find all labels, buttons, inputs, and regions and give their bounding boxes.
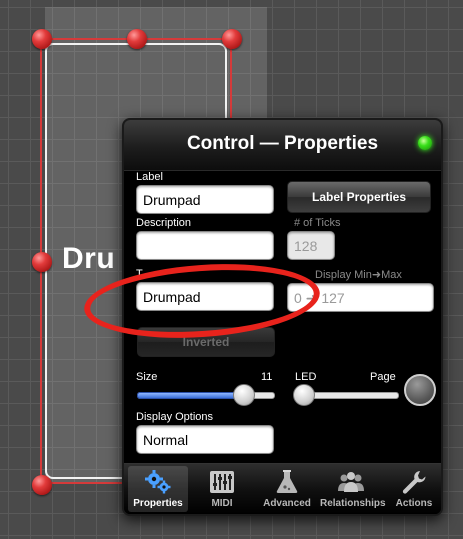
tab-label-actions: Actions bbox=[395, 498, 433, 509]
tab-actions[interactable]: Actions bbox=[386, 466, 441, 512]
flask-icon bbox=[276, 470, 298, 493]
resize-handle-bottom-left[interactable] bbox=[32, 475, 52, 495]
ticks-caption: # of Ticks bbox=[294, 217, 341, 229]
description-caption: Description bbox=[136, 217, 192, 229]
led-slider-thumb[interactable] bbox=[293, 384, 315, 406]
tab-label-midi: MIDI bbox=[211, 498, 233, 509]
description-field[interactable] bbox=[136, 231, 274, 260]
resize-handle-left[interactable] bbox=[32, 252, 52, 272]
wrench-icon bbox=[402, 471, 426, 494]
display-max-value: 127 bbox=[321, 290, 345, 306]
ticks-field[interactable]: 128 bbox=[287, 231, 335, 260]
gears-icon bbox=[145, 470, 171, 494]
size-caption: Size bbox=[136, 371, 158, 383]
led-caption: LED bbox=[295, 371, 317, 383]
tab-properties[interactable]: Properties bbox=[128, 466, 188, 512]
label-caption: Label bbox=[136, 171, 163, 183]
label-field[interactable]: Drumpad bbox=[136, 185, 274, 214]
tab-bar: Properties MIDI Advanced Relationships A… bbox=[124, 463, 441, 514]
tab-label-advanced: Advanced bbox=[263, 498, 311, 509]
panel-title: Control — Properties bbox=[186, 133, 379, 154]
display-options-field[interactable]: Normal bbox=[136, 425, 274, 454]
size-slider-fill bbox=[137, 392, 246, 399]
tab-advanced[interactable]: Advanced bbox=[256, 466, 318, 512]
display-options-caption: Display Options bbox=[136, 411, 214, 423]
size-value: 11 bbox=[261, 371, 273, 383]
resize-handle-top-right[interactable] bbox=[222, 29, 242, 49]
page-caption: Page bbox=[370, 371, 396, 383]
size-slider-thumb[interactable] bbox=[233, 384, 256, 406]
panel-header: Control — Properties bbox=[124, 120, 441, 171]
tab-label-relationships: Relationships bbox=[320, 498, 386, 509]
tab-midi[interactable]: MIDI bbox=[194, 466, 250, 512]
tab-relationships[interactable]: Relationships bbox=[320, 466, 386, 512]
display-range-caption: Display Min➜Max bbox=[315, 269, 402, 281]
label-properties-button[interactable]: Label Properties bbox=[287, 181, 431, 213]
mixer-icon bbox=[210, 471, 234, 493]
resize-handle-top-left[interactable] bbox=[32, 29, 52, 49]
tab-label-properties: Properties bbox=[133, 498, 183, 509]
page-button[interactable] bbox=[404, 374, 436, 406]
control-label: Dru bbox=[62, 242, 116, 275]
resize-handle-top[interactable] bbox=[127, 29, 147, 49]
status-led-icon bbox=[418, 136, 432, 150]
people-icon bbox=[338, 472, 364, 492]
